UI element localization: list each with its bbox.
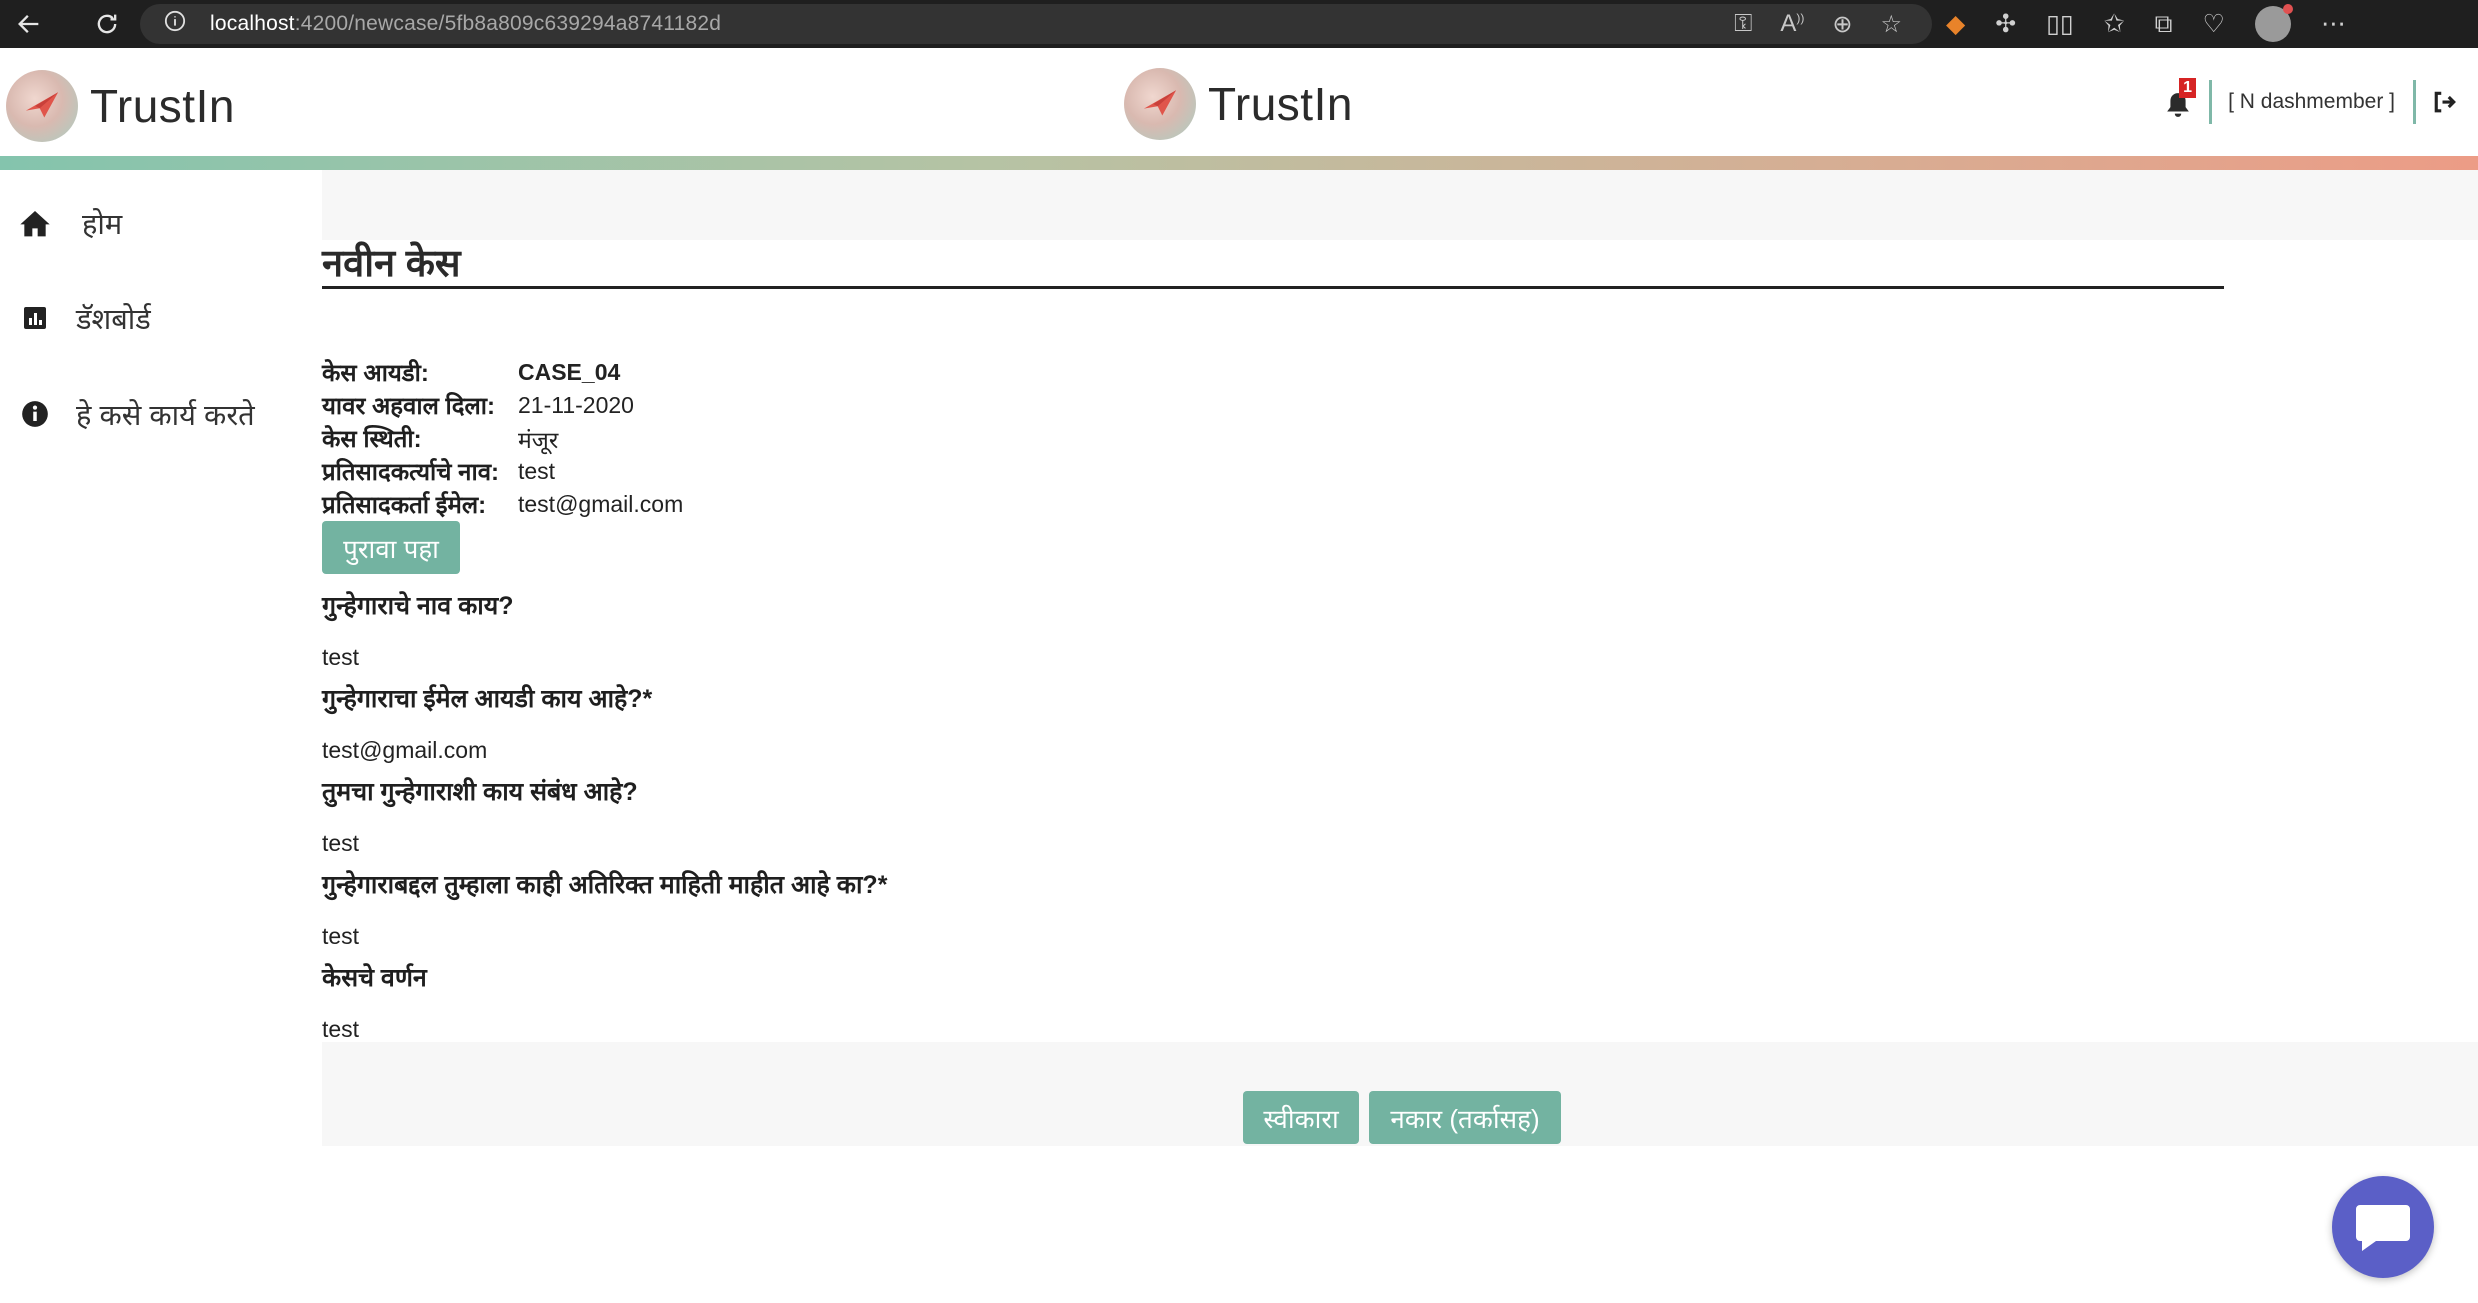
case-meta: केस आयडी: CASE_04 यावर अहवाल दिला: 21-11… — [322, 356, 683, 521]
question-label: गुन्हेगाराचे नाव काय? — [322, 592, 514, 620]
meta-value: 21-11-2020 — [518, 392, 634, 418]
meta-key: प्रतिसादकर्त्याचे नाव: — [322, 459, 500, 486]
logout-icon[interactable] — [2430, 87, 2460, 117]
split-screen-icon[interactable]: ▯▯ — [2046, 9, 2074, 39]
sidebar-item-label: डॅशबोर्ड — [76, 303, 151, 336]
brand-center[interactable]: TrustIn — [1124, 68, 1353, 140]
meta-value: CASE_04 — [518, 359, 621, 385]
meta-value: test — [518, 458, 556, 484]
chat-icon — [2356, 1205, 2410, 1251]
question-label: तुमचा गुन्हेगाराशी काय संबंध आहे? — [322, 778, 638, 806]
answer-text: test — [322, 644, 360, 670]
url-text: localhost:4200/newcase/5fb8a809c639294a8… — [210, 12, 721, 36]
meta-key: यावर अहवाल दिला: — [322, 393, 495, 420]
title-divider — [322, 286, 2224, 289]
meta-key: केस आयडी: — [322, 360, 429, 387]
qa-item: तुमचा गुन्हेगाराशी काय संबंध आहे? test — [322, 774, 638, 857]
answer-text: test — [322, 923, 360, 949]
metamask-extension-icon[interactable]: ◆ — [1946, 9, 1965, 39]
accept-button[interactable]: स्वीकारा — [1243, 1091, 1359, 1144]
sidebar-item-label: हे कसे कार्य करते — [76, 399, 255, 432]
header-gradient-strip — [0, 156, 2478, 170]
answer-text: test@gmail.com — [322, 737, 488, 763]
browser-essentials-icon[interactable]: ♡ — [2203, 9, 2225, 39]
meta-key: प्रतिसादकर्ता ईमेल: — [322, 492, 487, 519]
meta-key: केस स्थिती: — [322, 426, 422, 453]
question-label: गुन्हेगाराबद्दल तुम्हाला काही अतिरिक्त म… — [322, 871, 888, 899]
notification-bell-icon[interactable]: 1 — [2165, 78, 2196, 118]
home-icon — [18, 206, 52, 240]
favorite-star-icon[interactable]: ☆ — [1880, 10, 1902, 39]
brand-name: TrustIn — [1208, 78, 1353, 130]
qa-item: गुन्हेगाराचा ईमेल आयडी काय आहे?* test@gm… — [322, 681, 652, 764]
brand-left[interactable]: TrustIn — [6, 70, 235, 142]
sidebar-item-how-it-works[interactable]: हे कसे कार्य करते — [18, 389, 255, 439]
sidebar-item-label: होम — [82, 208, 123, 241]
answer-text: test — [322, 830, 360, 856]
trustin-logo-icon — [1124, 68, 1196, 140]
info-icon — [18, 397, 52, 431]
sidebar-item-home[interactable]: होम — [18, 198, 122, 248]
meta-row-respondent-email: प्रतिसादकर्ता ईमेल: test@gmail.com — [322, 488, 683, 521]
view-evidence-button[interactable]: पुरावा पहा — [322, 521, 460, 574]
app-header: TrustIn TrustIn 1 [ N dashmember ] — [0, 48, 2478, 156]
more-menu-icon[interactable]: ⋯ — [2321, 9, 2346, 39]
qa-item: केसचे वर्णन test — [322, 960, 427, 1043]
favorites-icon[interactable]: ✩ — [2104, 9, 2125, 39]
zoom-icon[interactable]: ⊕ — [1832, 10, 1852, 39]
reject-with-reason-button[interactable]: नकार (तर्कासह) — [1369, 1091, 1561, 1144]
question-label: गुन्हेगाराचा ईमेल आयडी काय आहे?* — [322, 685, 653, 713]
reload-icon[interactable] — [86, 3, 128, 45]
meta-value: मंजूर — [518, 426, 559, 453]
meta-row-case-id: केस आयडी: CASE_04 — [322, 356, 683, 389]
key-icon[interactable]: ⚿ — [1734, 10, 1752, 38]
profile-avatar-icon[interactable] — [2254, 4, 2293, 42]
meta-row-status: केस स्थिती: मंजूर — [322, 422, 683, 455]
sidebar-item-dashboard[interactable]: डॅशबोर्ड — [18, 293, 151, 343]
meta-value: test@gmail.com — [518, 491, 684, 517]
url-path: :4200/newcase/5fb8a809c639294a8741182d — [294, 12, 722, 35]
trustin-logo-icon — [6, 70, 78, 142]
collections-icon[interactable]: ⧉ — [2155, 10, 2173, 39]
answer-text: test — [322, 1016, 360, 1042]
user-label[interactable]: [ N dashmember ] — [2228, 90, 2395, 114]
question-label: केसचे वर्णन — [322, 964, 427, 992]
brand-name: TrustIn — [90, 80, 235, 132]
qa-item: गुन्हेगाराचे नाव काय? test — [322, 588, 514, 671]
extensions-puzzle-icon[interactable]: ✣ — [1995, 9, 2016, 39]
back-icon[interactable] — [8, 3, 50, 45]
divider — [2413, 80, 2416, 124]
bar-chart-icon — [18, 301, 52, 335]
chat-launcher-button[interactable] — [2332, 1176, 2434, 1278]
divider — [2209, 80, 2213, 124]
notification-badge: 1 — [2179, 78, 2196, 98]
url-host: localhost — [210, 12, 295, 35]
browser-toolbar: localhost:4200/newcase/5fb8a809c639294a8… — [0, 0, 2478, 48]
page-title: नवीन केस — [322, 243, 461, 285]
meta-row-reported-on: यावर अहवाल दिला: 21-11-2020 — [322, 389, 683, 422]
address-bar[interactable]: localhost:4200/newcase/5fb8a809c639294a8… — [140, 4, 1932, 44]
site-info-icon[interactable] — [164, 10, 200, 38]
qa-item: गुन्हेगाराबद्दल तुम्हाला काही अतिरिक्त म… — [322, 867, 887, 950]
content-top-band — [322, 170, 2478, 240]
read-aloud-icon[interactable]: A)) — [1780, 10, 1804, 38]
meta-row-respondent-name: प्रतिसादकर्त्याचे नाव: test — [322, 455, 683, 488]
